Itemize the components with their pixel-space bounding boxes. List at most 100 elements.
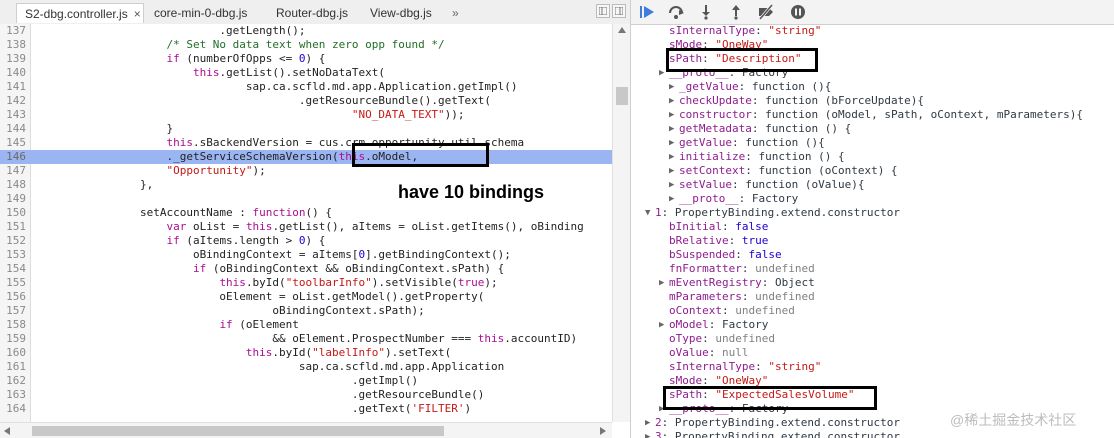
line-number[interactable]: 152 <box>0 234 26 248</box>
line-number[interactable]: 159 <box>0 332 26 346</box>
resume-icon[interactable] <box>639 4 657 20</box>
code-line[interactable]: 137 .getLength(); <box>0 24 612 38</box>
line-number[interactable]: 139 <box>0 52 26 66</box>
tab-router-dbg[interactable]: Router-dbg.js <box>268 3 360 23</box>
code-editor[interactable]: 137 .getLength(); 138 /* Set No data text… <box>0 24 612 422</box>
line-number[interactable]: 160 <box>0 346 26 360</box>
code-line[interactable]: 141 sap.ca.scfld.md.app.Application.getI… <box>0 80 612 94</box>
scope-property-row[interactable]: ▶ setContext: function (oContext) { <box>631 164 1114 178</box>
horizontal-scroll-thumb[interactable] <box>32 426 444 436</box>
code-line[interactable]: 152 if (aItems.length > 0) { <box>0 234 612 248</box>
scope-property-row[interactable]: ▶ 3: PropertyBinding.extend.constructor <box>631 430 1114 438</box>
collapsed-triangle-icon[interactable]: ▶ <box>669 108 677 122</box>
line-number[interactable]: 163 <box>0 388 26 402</box>
scope-property-row[interactable]: ▶ oModel: Factory <box>631 318 1114 332</box>
collapsed-triangle-icon[interactable]: ▶ <box>669 192 677 206</box>
line-number[interactable]: 147 <box>0 164 26 178</box>
collapsed-triangle-icon[interactable]: ▶ <box>659 318 667 332</box>
code-line[interactable]: 142 .getResourceBundle().getText( <box>0 94 612 108</box>
code-line[interactable]: 154 if (oBindingContext && oBindingConte… <box>0 262 612 276</box>
line-number[interactable]: 141 <box>0 80 26 94</box>
code-line[interactable]: 159 && oElement.ProspectNumber === this.… <box>0 332 612 346</box>
code-line[interactable]: 162 .getImpl() <box>0 374 612 388</box>
code-line[interactable]: 163 .getResourceBundle() <box>0 388 612 402</box>
line-number[interactable]: 145 <box>0 136 26 150</box>
step-out-icon[interactable] <box>727 4 745 20</box>
tab-s2-dbg-controller[interactable]: S2-dbg.controller.js × <box>16 3 144 23</box>
vertical-scroll-thumb[interactable] <box>616 87 628 105</box>
line-number[interactable]: 146 <box>0 150 26 164</box>
line-number[interactable]: 140 <box>0 66 26 80</box>
line-number[interactable]: 148 <box>0 178 26 192</box>
line-number[interactable]: 153 <box>0 248 26 262</box>
code-line[interactable]: 161 sap.ca.scfld.md.app.Application <box>0 360 612 374</box>
scope-property-row[interactable]: ▶ constructor: function (oModel, sPath, o… <box>631 108 1114 122</box>
code-line[interactable]: 164 .getText('FILTER') <box>0 402 612 416</box>
scope-property-row[interactable]: ▶ __proto__: Factory <box>631 192 1114 206</box>
step-into-icon[interactable] <box>697 4 715 20</box>
code-line[interactable]: 145 this.sBackendVersion = cus.crm.oppor… <box>0 136 612 150</box>
collapsed-triangle-icon[interactable]: ▶ <box>669 178 677 192</box>
collapsed-triangle-icon[interactable]: ▶ <box>645 416 653 430</box>
collapsed-triangle-icon[interactable]: ▶ <box>669 80 677 94</box>
line-number[interactable]: 158 <box>0 318 26 332</box>
scope-property-row[interactable]: ▶ mEventRegistry: Object <box>631 276 1114 290</box>
code-line[interactable]: 160 this.byId("labelInfo").setText( <box>0 346 612 360</box>
step-over-icon[interactable] <box>667 4 685 20</box>
tab-view-dbg[interactable]: View-dbg.js <box>362 3 450 23</box>
code-line[interactable]: 155 this.byId("toolbarInfo").setVisible(… <box>0 276 612 290</box>
code-line[interactable]: 139 if (numberOfOpps <= 0) { <box>0 52 612 66</box>
line-number[interactable]: 162 <box>0 374 26 388</box>
tab-core-min-0-dbg[interactable]: core-min-0-dbg.js <box>146 3 266 23</box>
scope-property-row[interactable]: ▶ getValue: function (){ <box>631 136 1114 150</box>
line-number[interactable]: 137 <box>0 24 26 38</box>
line-number[interactable]: 150 <box>0 206 26 220</box>
line-number[interactable]: 155 <box>0 276 26 290</box>
scope-property-row[interactable]: ▼ 1: PropertyBinding.extend.constructor <box>631 206 1114 220</box>
scope-property-row[interactable]: ▶ _getValue: function (){ <box>631 80 1114 94</box>
code-line[interactable]: 143 "NO_DATA_TEXT")); <box>0 108 612 122</box>
deactivate-breakpoints-icon[interactable] <box>757 4 775 20</box>
line-number[interactable]: 138 <box>0 38 26 52</box>
code-line[interactable]: 157 oBindingContext.sPath); <box>0 304 612 318</box>
show-navigator-icon[interactable] <box>596 4 610 18</box>
scope-property-row[interactable]: ▶ initialize: function () { <box>631 150 1114 164</box>
code-line[interactable]: 156 oElement = oList.getModel().getPrope… <box>0 290 612 304</box>
pause-on-exceptions-icon[interactable] <box>789 4 807 20</box>
scope-property-row[interactable]: ▶ setValue: function (oValue){ <box>631 178 1114 192</box>
code-line[interactable]: 147 "Opportunity"); <box>0 164 612 178</box>
scroll-right-icon[interactable] <box>600 427 606 435</box>
collapsed-triangle-icon[interactable]: ▶ <box>669 94 677 108</box>
code-line[interactable]: 140 this.getList().setNoDataText( <box>0 66 612 80</box>
collapsed-triangle-icon[interactable]: ▶ <box>645 430 653 438</box>
collapsed-triangle-icon[interactable]: ▶ <box>669 136 677 150</box>
line-number[interactable]: 161 <box>0 360 26 374</box>
line-number[interactable]: 143 <box>0 108 26 122</box>
line-number[interactable]: 164 <box>0 402 26 416</box>
code-line[interactable]: 138 /* Set No data text when zero opp fo… <box>0 38 612 52</box>
scroll-up-icon[interactable] <box>618 27 626 33</box>
line-number[interactable]: 154 <box>0 262 26 276</box>
scroll-left-icon[interactable] <box>4 427 10 435</box>
scope-property-row[interactable]: ▶ checkUpdate: function (bForceUpdate){ <box>631 94 1114 108</box>
collapsed-triangle-icon[interactable]: ▶ <box>659 276 667 290</box>
collapsed-triangle-icon[interactable]: ▶ <box>669 164 677 178</box>
tab-close-icon[interactable]: × <box>134 7 141 21</box>
editor-vertical-scrollbar[interactable] <box>612 24 630 422</box>
expanded-triangle-icon[interactable]: ▼ <box>645 206 653 220</box>
editor-horizontal-scrollbar[interactable] <box>0 422 612 438</box>
line-number[interactable]: 156 <box>0 290 26 304</box>
collapsed-triangle-icon[interactable]: ▶ <box>669 122 677 136</box>
line-number[interactable]: 144 <box>0 122 26 136</box>
line-number[interactable]: 142 <box>0 94 26 108</box>
show-debugger-icon[interactable] <box>612 4 626 18</box>
collapsed-triangle-icon[interactable]: ▶ <box>669 150 677 164</box>
code-line-highlighted[interactable]: 146 ._getServiceSchemaVersion(this.oMode… <box>0 150 612 164</box>
code-line[interactable]: 144 } <box>0 122 612 136</box>
code-line[interactable]: 150 setAccountName : function() { <box>0 206 612 220</box>
code-line[interactable]: 153 oBindingContext = aItems[0].getBindi… <box>0 248 612 262</box>
tabs-overflow-icon[interactable]: » <box>452 3 459 23</box>
code-line[interactable]: 151 var oList = this.getList(), aItems =… <box>0 220 612 234</box>
scope-property-row[interactable]: ▶ getMetadata: function () { <box>631 122 1114 136</box>
line-number[interactable]: 157 <box>0 304 26 318</box>
